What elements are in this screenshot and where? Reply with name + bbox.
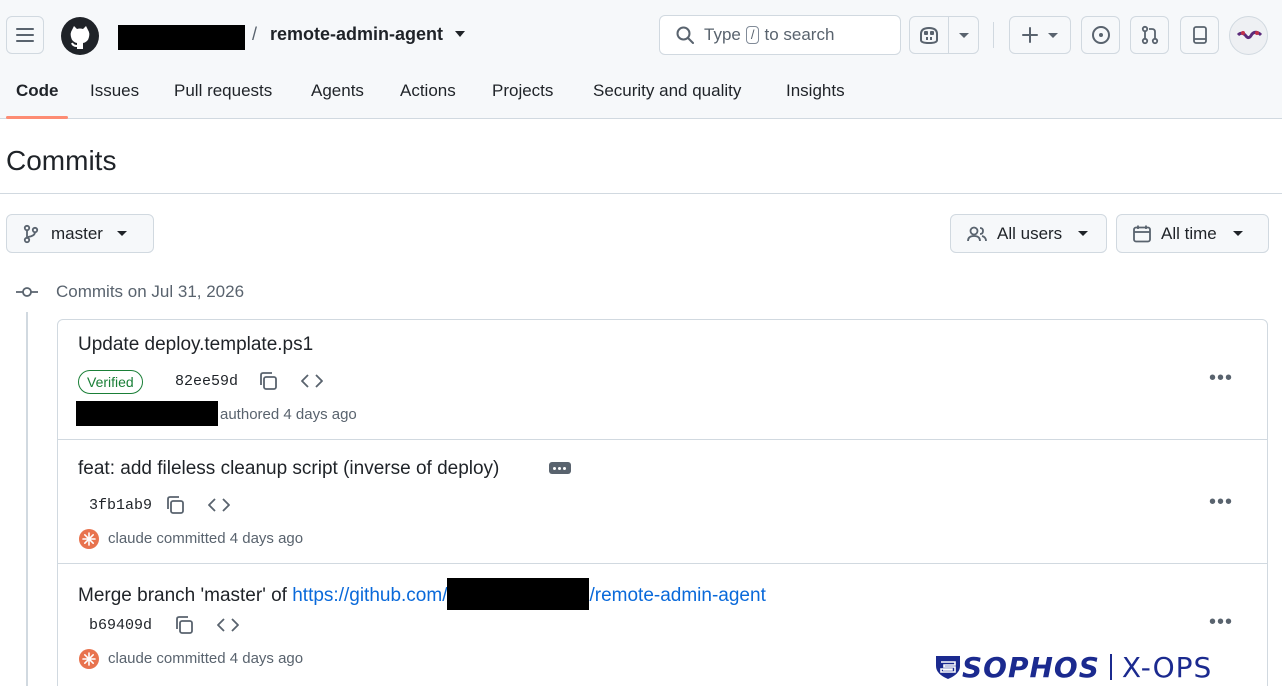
product-name: X-OPS xyxy=(1121,650,1213,684)
commit-author[interactable]: claude xyxy=(108,650,152,667)
search-input[interactable]: Type / to search xyxy=(659,15,901,55)
copilot-button[interactable] xyxy=(909,16,949,54)
divider xyxy=(1109,654,1112,680)
repo-name-link[interactable]: remote-admin-agent xyxy=(270,24,443,45)
commit-sha[interactable]: 82ee59d xyxy=(175,373,238,390)
menu-icon xyxy=(16,28,34,42)
active-tab-underline xyxy=(6,116,68,119)
kebab-icon[interactable]: ••• xyxy=(1209,367,1233,390)
time-filter-label: All time xyxy=(1161,223,1217,243)
commit-sha[interactable]: b69409d xyxy=(89,617,152,634)
avatar[interactable] xyxy=(79,649,99,669)
repo-dropdown-icon[interactable] xyxy=(455,31,465,37)
issues-button[interactable] xyxy=(1081,16,1120,54)
github-logo-icon[interactable] xyxy=(60,16,100,56)
copilot-dropdown-button[interactable] xyxy=(948,16,979,54)
redacted-author xyxy=(76,401,218,426)
search-shortcut-key: / xyxy=(745,26,760,44)
brand-name: SOPHOS xyxy=(962,650,1100,684)
code-icon[interactable] xyxy=(208,497,230,513)
users-filter[interactable]: All users xyxy=(950,214,1107,253)
commit-meta: authored 4 days ago xyxy=(220,406,357,423)
commit-title[interactable]: Merge branch 'master' of https://github.… xyxy=(78,578,766,610)
pull-request-icon xyxy=(1141,25,1158,45)
commit-title-link[interactable]: https://github.com/ xyxy=(292,585,447,606)
shield-icon xyxy=(936,656,960,679)
chevron-down-icon xyxy=(1078,231,1089,236)
tab-actions[interactable]: Actions xyxy=(400,81,456,101)
branch-selector[interactable]: master xyxy=(6,214,154,253)
copy-icon[interactable] xyxy=(258,371,278,391)
tab-insights[interactable]: Insights xyxy=(786,81,845,101)
branch-name: master xyxy=(51,223,103,243)
top-bar: / remote-admin-agent Type / to search xyxy=(0,0,1282,72)
commit-date-group: Commits on Jul 31, 2026 xyxy=(56,282,245,301)
avatar[interactable] xyxy=(79,529,99,549)
pull-requests-button[interactable] xyxy=(1130,16,1169,54)
commit-title-link[interactable]: /remote-admin-agent xyxy=(589,585,765,606)
code-icon[interactable] xyxy=(217,617,239,633)
commit-title[interactable]: Update deploy.template.ps1 xyxy=(78,334,313,356)
kebab-icon[interactable]: ••• xyxy=(1209,491,1233,514)
list-item: Update deploy.template.ps1 Verified 82ee… xyxy=(58,320,1267,440)
repo-tabs: Code Issues Pull requests Agents Actions… xyxy=(0,72,1282,119)
redacted-owner xyxy=(447,578,590,610)
inbox-button[interactable] xyxy=(1180,16,1219,54)
copy-icon[interactable] xyxy=(165,495,185,515)
timeline-line xyxy=(26,312,28,686)
tab-agents[interactable]: Agents xyxy=(311,81,364,101)
time-filter[interactable]: All time xyxy=(1116,214,1269,253)
commit-node-icon xyxy=(16,287,38,297)
expand-message-button[interactable] xyxy=(549,462,571,474)
commit-meta: claude committed 4 days ago xyxy=(108,530,303,547)
commit-title-prefix: Merge branch 'master' of xyxy=(78,585,293,606)
people-icon xyxy=(967,226,987,241)
kebab-icon[interactable]: ••• xyxy=(1209,611,1233,634)
chevron-down-icon xyxy=(116,231,127,236)
users-filter-label: All users xyxy=(997,223,1063,243)
branch-icon xyxy=(23,224,39,243)
inbox-icon xyxy=(1192,26,1207,44)
tab-issues[interactable]: Issues xyxy=(90,81,139,101)
commit-meta: claude committed 4 days ago xyxy=(108,650,303,667)
commit-title[interactable]: feat: add fileless cleanup script (inver… xyxy=(78,458,499,480)
chevron-down-icon xyxy=(1232,231,1243,236)
divider xyxy=(993,22,994,48)
redacted-owner xyxy=(118,25,245,50)
chevron-down-icon xyxy=(958,32,969,38)
issue-icon xyxy=(1091,26,1110,44)
commit-time: committed 4 days ago xyxy=(156,650,304,667)
search-suffix: to search xyxy=(764,25,835,44)
plus-icon xyxy=(1022,27,1038,43)
commit-list: Update deploy.template.ps1 Verified 82ee… xyxy=(57,319,1268,686)
sophos-watermark: SOPHOS X-OPS xyxy=(934,650,1212,684)
create-new-button[interactable] xyxy=(1009,16,1071,54)
code-icon[interactable] xyxy=(301,373,323,389)
page-title: Commits xyxy=(6,145,117,176)
calendar-icon xyxy=(1133,225,1151,242)
search-icon xyxy=(676,26,694,44)
list-item: feat: add fileless cleanup script (inver… xyxy=(58,440,1267,564)
breadcrumb-separator: / xyxy=(252,24,258,44)
tab-code[interactable]: Code xyxy=(16,81,59,101)
divider xyxy=(0,193,1282,194)
commit-time: committed 4 days ago xyxy=(156,530,304,547)
menu-button[interactable] xyxy=(6,16,44,54)
commit-sha[interactable]: 3fb1ab9 xyxy=(89,497,152,514)
commit-author[interactable]: claude xyxy=(108,530,152,547)
copilot-icon xyxy=(920,26,938,45)
tab-security-and-quality[interactable]: Security and quality xyxy=(593,81,741,101)
chevron-down-icon xyxy=(1048,32,1058,38)
tab-pull-requests[interactable]: Pull requests xyxy=(174,81,272,101)
search-prefix: Type xyxy=(704,25,741,44)
tab-projects[interactable]: Projects xyxy=(492,81,553,101)
copy-icon[interactable] xyxy=(174,615,194,635)
verified-badge[interactable]: Verified xyxy=(78,370,143,394)
avatar[interactable] xyxy=(1229,16,1268,55)
